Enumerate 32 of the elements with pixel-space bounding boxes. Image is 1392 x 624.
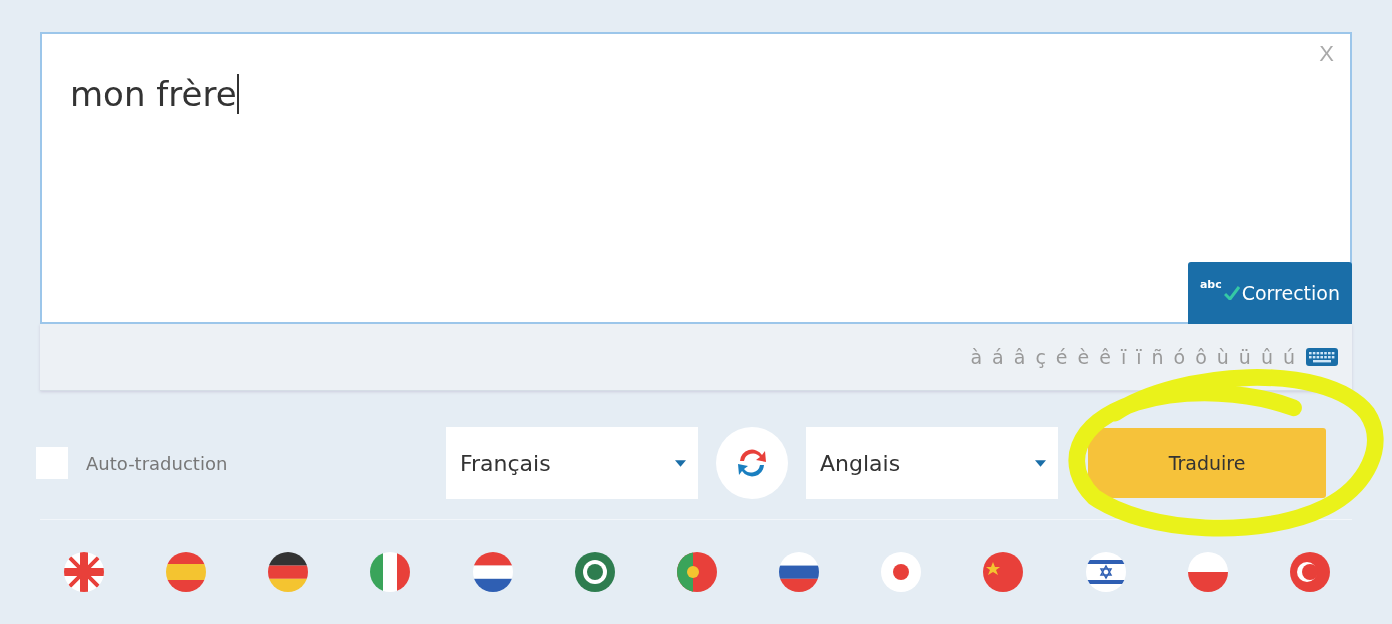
accent-key[interactable]: ï: [1133, 346, 1145, 368]
accent-key[interactable]: ó: [1170, 346, 1189, 368]
accent-key[interactable]: ç: [1032, 346, 1049, 368]
auto-translate-checkbox[interactable]: [36, 447, 68, 479]
dropdown-icon: [675, 459, 686, 467]
accent-key[interactable]: à: [967, 346, 986, 368]
flag-icon[interactable]: [1085, 552, 1126, 592]
accent-key[interactable]: è: [1074, 346, 1093, 368]
flag-icon[interactable]: [779, 552, 820, 592]
accent-key[interactable]: ü: [1235, 346, 1254, 368]
auto-translate-label: Auto-traduction: [86, 452, 228, 474]
accent-key[interactable]: ù: [1213, 346, 1232, 368]
target-language-select[interactable]: Anglais: [806, 427, 1058, 499]
accent-key[interactable]: ï: [1117, 346, 1130, 368]
accent-key[interactable]: â: [1010, 346, 1029, 368]
accent-key[interactable]: ú: [1279, 346, 1298, 368]
clear-button[interactable]: X: [1313, 40, 1340, 68]
accent-key[interactable]: ñ: [1148, 346, 1167, 368]
accent-key[interactable]: ê: [1096, 346, 1114, 368]
source-language-select[interactable]: Français: [446, 427, 698, 499]
source-text: mon frère: [70, 74, 237, 114]
flag-icon[interactable]: [574, 552, 615, 592]
flag-icon[interactable]: [268, 552, 309, 592]
keyboard-icon[interactable]: [1306, 348, 1338, 366]
flag-icon[interactable]: [472, 552, 513, 592]
accent-key[interactable]: ô: [1192, 346, 1210, 368]
accent-key[interactable]: é: [1052, 346, 1071, 368]
accent-key[interactable]: û: [1257, 346, 1276, 368]
dropdown-icon: [1035, 459, 1046, 467]
accent-key[interactable]: á: [989, 346, 1007, 368]
check-icon: [1223, 286, 1240, 300]
translate-button[interactable]: Traduire: [1088, 428, 1326, 498]
